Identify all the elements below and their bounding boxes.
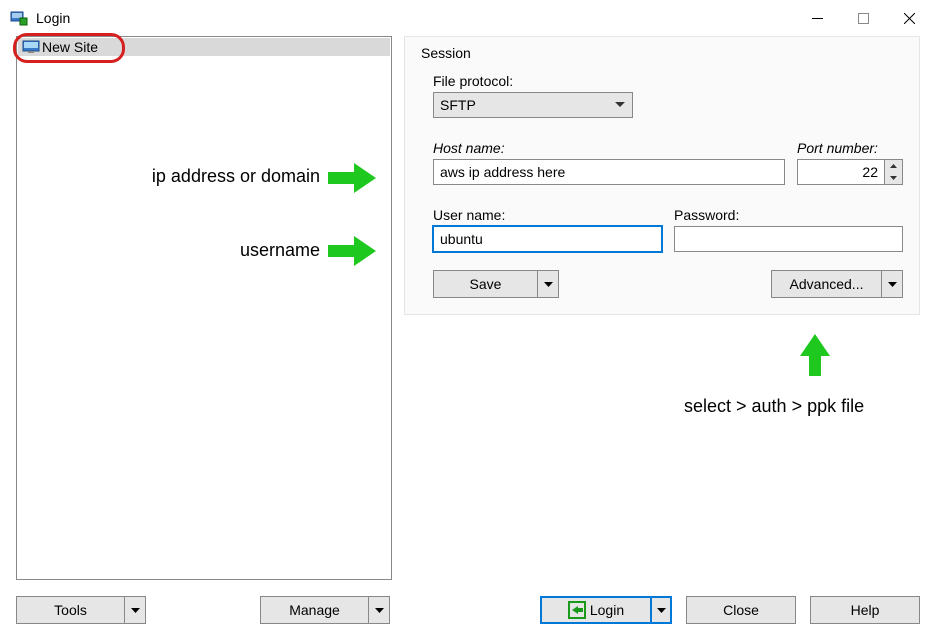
save-dropdown[interactable] xyxy=(537,270,559,298)
maximize-button[interactable] xyxy=(840,3,886,33)
port-spin-up[interactable] xyxy=(885,160,902,172)
file-protocol-select[interactable]: SFTP xyxy=(433,92,633,118)
advanced-dropdown[interactable] xyxy=(881,270,903,298)
titlebar: Login xyxy=(0,0,936,36)
minimize-button[interactable] xyxy=(794,3,840,33)
sites-panel: New Site xyxy=(16,36,392,580)
save-button-group: Save xyxy=(433,270,559,298)
window-title: Login xyxy=(36,10,794,26)
site-item-label: New Site xyxy=(42,39,98,55)
close-button[interactable] xyxy=(886,3,932,33)
port-label: Port number: xyxy=(797,140,903,156)
password-input[interactable] xyxy=(674,226,903,252)
file-protocol-label: File protocol: xyxy=(433,73,903,89)
monitor-icon xyxy=(22,40,40,54)
footer: Tools Manage Login Close Help xyxy=(16,596,920,624)
help-button[interactable]: Help xyxy=(810,596,920,624)
sites-tree[interactable]: New Site xyxy=(16,36,392,580)
session-group: Session File protocol: SFTP Host name: P… xyxy=(404,36,920,315)
login-icon xyxy=(568,601,586,619)
port-spinner[interactable] xyxy=(885,159,903,185)
host-input[interactable] xyxy=(433,159,785,185)
password-label: Password: xyxy=(674,207,903,223)
login-dropdown[interactable] xyxy=(650,596,672,624)
login-button-label: Login xyxy=(590,602,624,618)
user-label: User name: xyxy=(433,207,662,223)
tools-button[interactable]: Tools xyxy=(16,596,124,624)
annotation-advanced-text: select > auth > ppk file xyxy=(684,394,904,418)
port-input[interactable] xyxy=(797,159,885,185)
advanced-button[interactable]: Advanced... xyxy=(771,270,881,298)
tools-dropdown[interactable] xyxy=(124,596,146,624)
annotation-user-text: username xyxy=(120,240,320,261)
annotation-host-text: ip address or domain xyxy=(120,166,320,187)
app-icon xyxy=(10,9,28,27)
annotation-arrow-advanced xyxy=(800,334,830,376)
port-spin-down[interactable] xyxy=(885,172,902,184)
username-input[interactable] xyxy=(433,226,662,252)
manage-dropdown[interactable] xyxy=(368,596,390,624)
advanced-button-group: Advanced... xyxy=(771,270,903,298)
site-item-new-site[interactable]: New Site xyxy=(18,38,390,56)
annotation-arrow-user xyxy=(328,236,376,266)
session-legend: Session xyxy=(421,45,471,61)
host-label: Host name: xyxy=(433,140,785,156)
login-button-group: Login xyxy=(540,596,672,624)
tools-button-group: Tools xyxy=(16,596,146,624)
manage-button[interactable]: Manage xyxy=(260,596,368,624)
save-button[interactable]: Save xyxy=(433,270,537,298)
close-button-footer[interactable]: Close xyxy=(686,596,796,624)
login-button[interactable]: Login xyxy=(540,596,650,624)
annotation-arrow-host xyxy=(328,163,376,193)
manage-button-group: Manage xyxy=(260,596,390,624)
